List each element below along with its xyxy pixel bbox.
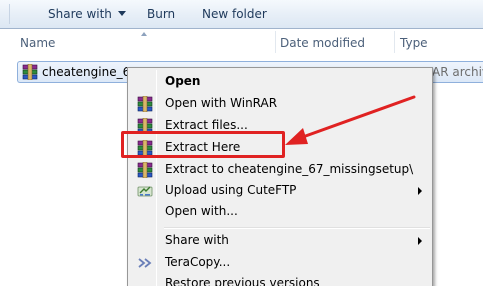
annotation-arrow-icon	[285, 95, 416, 145]
